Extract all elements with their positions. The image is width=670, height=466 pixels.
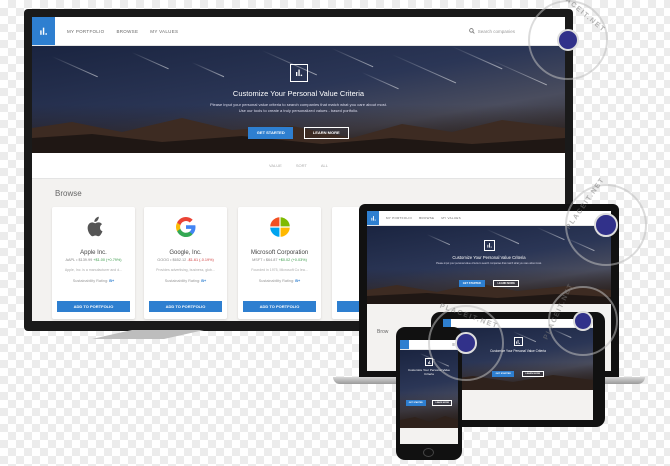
- get-started-button[interactable]: GET STARTED: [248, 127, 294, 139]
- nav-browse[interactable]: BROWSE: [116, 29, 138, 34]
- brand-logo[interactable]: [400, 340, 409, 349]
- search-input[interactable]: Search companies: [478, 29, 515, 34]
- brand-logo[interactable]: [367, 211, 379, 225]
- company-card-apple: Apple Inc. AAPL • $139.99 +$1.00 (+0.79%…: [52, 207, 135, 319]
- hero-subtitle-line2: Use our tools to create a truly personal…: [238, 108, 359, 113]
- nav-my-portfolio[interactable]: MY PORTFOLIO: [386, 216, 412, 220]
- tablet-screen: Customize Your Personal Value Criteria G…: [443, 319, 593, 420]
- sustainability-rating: Sustainability Rating: B+: [258, 279, 301, 283]
- bars-logo-icon: [513, 337, 523, 346]
- google-logo-icon: [144, 207, 227, 247]
- nav-my-values[interactable]: MY VALUES: [441, 216, 461, 220]
- filter-sort[interactable]: Sort: [296, 163, 307, 168]
- hero-subtitle-line1: Please input your personal value criteri…: [436, 262, 542, 265]
- brand-logo[interactable]: [32, 17, 55, 45]
- top-nav: [443, 319, 593, 328]
- company-name: Google, Inc.: [169, 250, 202, 256]
- bars-logo-icon: [425, 358, 433, 366]
- sustainability-rating: Sustainability Rating: B+: [72, 279, 115, 283]
- hero-content: Customize Your Personal Value Criteria P…: [367, 240, 611, 289]
- company-card-google: Google, Inc. GOOG • $652.12 -$1.61 (-0.1…: [144, 207, 227, 319]
- hero-banner: Customize Your Personal Value Criteria G…: [443, 328, 593, 390]
- hero-banner: Customize Your Personal Value Criteria P…: [32, 46, 565, 153]
- menu-icon[interactable]: ≡: [452, 342, 455, 348]
- browse-heading: Brow: [377, 329, 389, 335]
- company-description: Founded in 1975, Microsoft Co lea...: [251, 268, 308, 272]
- filter-bar: Value Sort All: [32, 153, 565, 179]
- microsoft-logo-icon: [238, 207, 321, 247]
- search-box[interactable]: Search companies: [468, 28, 515, 34]
- top-nav: ≡: [400, 340, 458, 350]
- sustainability-rating: Sustainability Rating: B+: [164, 279, 207, 283]
- hero-subtitle-line1: Please input your personal value criteri…: [210, 102, 387, 107]
- stock-quote: AAPL • $139.99 +$1.00 (+0.79%): [65, 258, 122, 262]
- hero-content: Customize Your Personal Value Criteria G…: [400, 358, 458, 408]
- hero-title: Customize Your Personal Value Criteria: [232, 89, 365, 98]
- phone-screen: ≡ Customize Your Personal Value Criteria…: [400, 340, 458, 444]
- stock-quote: GOOG • $652.12 -$1.61 (-0.19%): [157, 258, 214, 262]
- learn-more-button[interactable]: LEARN MORE: [303, 127, 349, 139]
- hero-banner: Customize Your Personal Value Criteria P…: [367, 226, 611, 304]
- bars-logo-icon: [370, 215, 376, 221]
- browse-heading: Browse: [55, 189, 82, 198]
- nav-my-portfolio[interactable]: MY PORTFOLIO: [67, 29, 104, 34]
- mountain-silhouette: [400, 416, 458, 428]
- get-started-button[interactable]: GET STARTED: [405, 400, 426, 407]
- top-nav: MY PORTFOLIO BROWSE MY VALUES Search com…: [32, 17, 565, 46]
- phone-device: ≡ Customize Your Personal Value Criteria…: [396, 327, 462, 460]
- learn-more-button[interactable]: LEARN MORE: [493, 280, 520, 287]
- bars-logo-icon: [483, 240, 495, 251]
- hero-title: Customize Your Personal Value Criteria: [408, 368, 450, 376]
- get-started-button[interactable]: GET STARTED: [492, 371, 515, 377]
- hero-banner: Customize Your Personal Value Criteria G…: [400, 350, 458, 428]
- hero-content: Customize Your Personal Value Criteria G…: [443, 337, 593, 379]
- bars-logo-icon: [40, 27, 48, 35]
- brand-logo[interactable]: [443, 319, 451, 327]
- bars-logo-icon: [289, 64, 308, 82]
- search-icon: [468, 28, 475, 34]
- filter-value[interactable]: Value: [269, 163, 282, 168]
- filter-all[interactable]: All: [321, 163, 328, 168]
- learn-more-button[interactable]: LEARN MORE: [521, 371, 544, 377]
- apple-logo-icon: [52, 207, 135, 247]
- top-nav: MY PORTFOLIO BROWSE MY VALUES: [367, 211, 611, 226]
- nav-my-values[interactable]: MY VALUES: [150, 29, 178, 34]
- add-to-portfolio-button[interactable]: ADD TO PORTFOLIO: [149, 301, 222, 312]
- stock-quote: MSFT • $64.87 +$0.02 (+0.03%): [252, 258, 307, 262]
- hero-title: Customize Your Personal Value Criteria: [452, 255, 526, 260]
- hero-content: Customize Your Personal Value Criteria P…: [32, 64, 565, 139]
- company-name: Apple Inc.: [80, 250, 107, 256]
- company-name: Microsoft Corporation: [250, 250, 309, 256]
- home-button[interactable]: [423, 448, 434, 457]
- company-card-microsoft: Microsoft Corporation MSFT • $64.87 +$0.…: [238, 207, 321, 319]
- learn-more-button[interactable]: LEARN MORE: [432, 400, 453, 407]
- get-started-button[interactable]: GET STARTED: [458, 280, 485, 287]
- tv-stand: [92, 330, 204, 339]
- company-description: Provides advertising, business, glob...: [156, 268, 215, 272]
- hero-title: Customize Your Personal Value Criteria: [490, 349, 546, 353]
- add-to-portfolio-button[interactable]: ADD TO PORTFOLIO: [243, 301, 316, 312]
- add-to-portfolio-button[interactable]: ADD TO PORTFOLIO: [57, 301, 130, 312]
- nav-browse[interactable]: BROWSE: [419, 216, 434, 220]
- company-description: Apple, Inc. is a manufacturer and d...: [64, 268, 123, 272]
